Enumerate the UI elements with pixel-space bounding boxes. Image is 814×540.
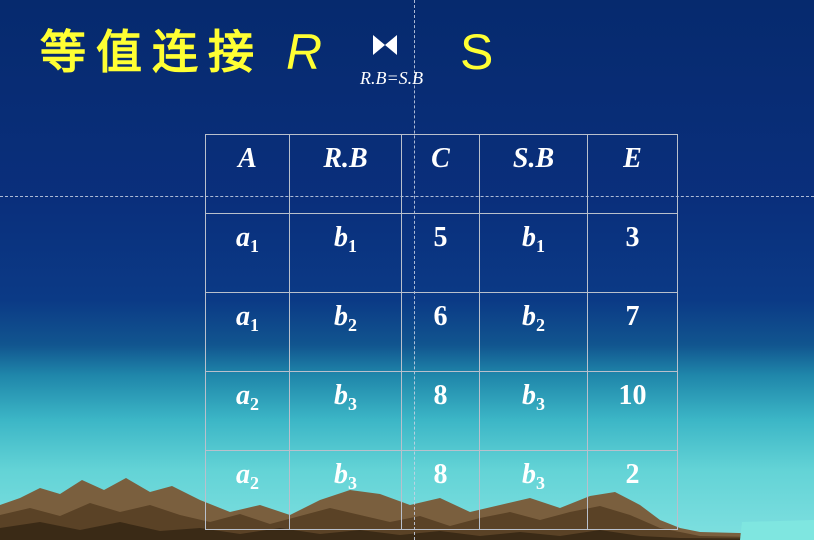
cell-s-b: b1 (479, 213, 588, 293)
cell-a: a1 (205, 292, 290, 372)
page-title: 等值连接 (40, 25, 264, 79)
cell-r-b: b3 (289, 371, 402, 451)
cell-a: a2 (205, 450, 290, 530)
cell-s-b: b3 (479, 371, 588, 451)
cell-r-b: b2 (289, 292, 402, 372)
header-c: C (401, 134, 480, 214)
cell-c: 5 (401, 213, 480, 293)
result-table: A R.B C S.B E a1 b1 5 b1 3 a1 b2 6 b2 7 (205, 134, 678, 530)
cell-e: 3 (587, 213, 678, 293)
cell-r-b: b1 (289, 213, 402, 293)
join-condition: R.B=S.B (360, 68, 424, 88)
header-a: A (205, 134, 290, 214)
header-e: E (587, 134, 678, 214)
cell-e: 10 (587, 371, 678, 451)
table-row: a1 b1 5 b1 3 (205, 213, 678, 293)
table-row: a1 b2 6 b2 7 (205, 292, 678, 372)
cell-a: a1 (205, 213, 290, 293)
slide-background: 等值连接 R R.B=S.B S A R.B C S.B E a1 b1 5 b… (0, 0, 814, 540)
cell-a: a2 (205, 371, 290, 451)
cell-c: 8 (401, 371, 480, 451)
cell-r-b: b3 (289, 450, 402, 530)
cell-s-b: b3 (479, 450, 588, 530)
cell-c: 6 (401, 292, 480, 372)
cell-c: 8 (401, 450, 480, 530)
cell-s-b: b2 (479, 292, 588, 372)
table-header-row: A R.B C S.B E (205, 134, 678, 214)
cell-e: 7 (587, 292, 678, 372)
table-row: a2 b3 8 b3 2 (205, 450, 678, 530)
right-relation-name: S (460, 24, 494, 80)
bowtie-join-icon (373, 35, 397, 55)
header-r-b: R.B (289, 134, 402, 214)
table-row: a2 b3 8 b3 10 (205, 371, 678, 451)
left-relation-name: R (286, 24, 323, 80)
cell-e: 2 (587, 450, 678, 530)
header-s-b: S.B (479, 134, 588, 214)
